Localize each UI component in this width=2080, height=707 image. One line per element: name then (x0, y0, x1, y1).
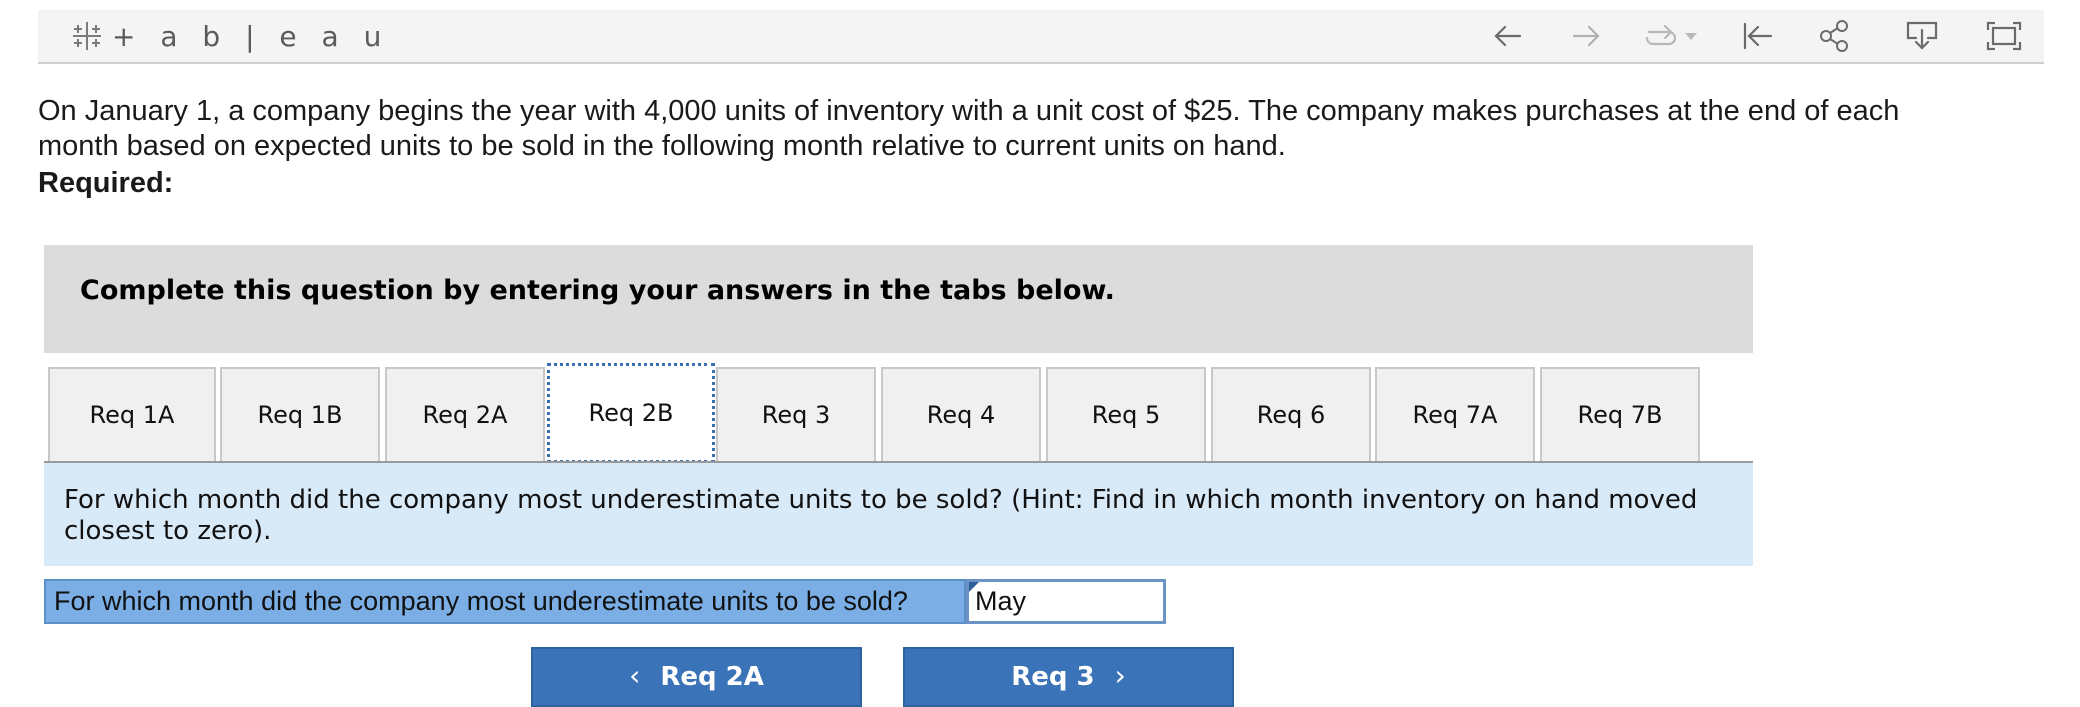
tab-req-7b[interactable]: Req 7B (1540, 367, 1700, 461)
chevron-left-icon: ‹ (629, 659, 641, 692)
tab-label: Req 1B (257, 401, 343, 429)
tableau-logo: + a b | e a u (70, 16, 389, 56)
instruction-banner: Complete this question by entering your … (44, 245, 1753, 353)
tab-label: Req 3 (761, 401, 831, 429)
redo-button[interactable] (1566, 18, 1606, 54)
instruction-banner-text: Complete this question by entering your … (80, 275, 1115, 306)
tab-label: Req 7B (1577, 401, 1663, 429)
next-req-label: Req 3 (1011, 662, 1095, 692)
tab-req-3[interactable]: Req 3 (716, 367, 876, 461)
answer-input[interactable] (969, 582, 1163, 621)
tab-req-1a[interactable]: Req 1A (48, 367, 216, 461)
prev-req-label: Req 2A (660, 662, 764, 692)
tab-label: Req 1A (89, 401, 175, 429)
tab-label: Req 2B (588, 399, 674, 427)
go-to-start-icon (1741, 21, 1775, 51)
download-button[interactable] (1902, 18, 1942, 54)
tab-req-4[interactable]: Req 4 (881, 367, 1041, 461)
prev-req-button[interactable]: ‹ Req 2A (531, 647, 862, 707)
tab-req-5[interactable]: Req 5 (1046, 367, 1206, 461)
share-button[interactable] (1814, 18, 1854, 54)
tableau-logo-mark-icon (70, 19, 104, 53)
tab-label: Req 4 (926, 401, 996, 429)
go-to-start-button[interactable] (1738, 18, 1778, 54)
revert-button[interactable] (1640, 18, 1680, 54)
undo-button[interactable] (1488, 18, 1528, 54)
answer-field (966, 579, 1166, 624)
back-arrow-icon (1492, 22, 1524, 50)
answer-label: For which month did the company most und… (44, 579, 966, 624)
tab-req-2b[interactable]: Req 2B (547, 363, 715, 463)
revert-dropdown[interactable] (1678, 18, 1704, 54)
required-heading: Required: (38, 167, 174, 199)
download-icon (1905, 20, 1939, 52)
fullscreen-icon (1986, 21, 2022, 51)
redo-icon (1641, 22, 1679, 50)
tab-label: Req 7A (1412, 401, 1498, 429)
forward-arrow-icon (1570, 22, 1602, 50)
tab-req-6[interactable]: Req 6 (1211, 367, 1371, 461)
tab-req-1b[interactable]: Req 1B (220, 367, 380, 461)
tableau-toolbar: + a b | e a u (38, 10, 2044, 64)
fullscreen-button[interactable] (1984, 18, 2024, 54)
question-text: For which month did the company most und… (64, 485, 1698, 546)
share-icon (1819, 20, 1849, 52)
question-panel: For which month did the company most und… (44, 463, 1753, 566)
next-req-button[interactable]: Req 3 › (903, 647, 1234, 707)
tab-label: Req 5 (1091, 401, 1161, 429)
input-corner-marker (969, 582, 979, 592)
tab-label: Req 6 (1256, 401, 1326, 429)
tab-req-2a[interactable]: Req 2A (385, 367, 545, 461)
answer-row: For which month did the company most und… (44, 579, 1166, 624)
tab-req-7a[interactable]: Req 7A (1375, 367, 1535, 461)
tableau-logo-text: + a b | e a u (112, 19, 390, 53)
tab-label: Req 2A (422, 401, 508, 429)
problem-intro-text: On January 1, a company begins the year … (38, 95, 1900, 162)
dropdown-caret-icon (1683, 30, 1699, 42)
chevron-right-icon: › (1114, 659, 1126, 692)
requirement-tabs: Req 1A Req 1B Req 2A Req 2B Req 3 Req 4 … (48, 363, 1753, 463)
